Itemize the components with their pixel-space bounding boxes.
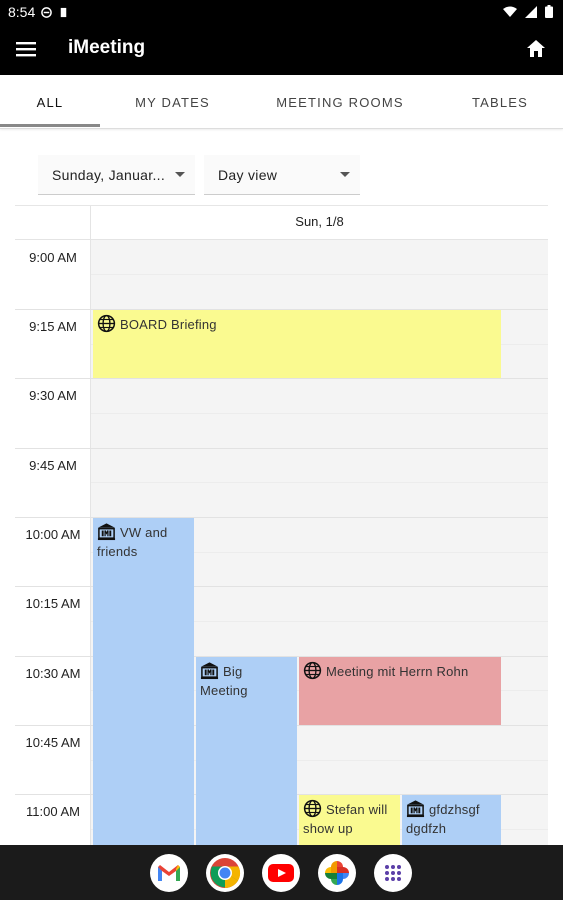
tab-all[interactable]: ALL	[0, 75, 100, 129]
calendar-header-corner	[15, 206, 91, 240]
event-board-briefing[interactable]: BOARD Briefing	[93, 310, 501, 378]
time-label: 9:45 AM	[29, 458, 77, 473]
active-tab-indicator	[0, 124, 100, 127]
globe-icon	[97, 314, 116, 333]
date-select-value: Sunday, Januar...	[52, 166, 166, 183]
event-stefan-will-show-up[interactable]: Stefan will show up	[299, 795, 400, 845]
time-label: 10:00 AM	[25, 527, 81, 542]
wifi-icon	[503, 6, 517, 17]
time-label: 9:30 AM	[29, 388, 77, 403]
home-icon[interactable]	[525, 38, 547, 60]
event-vw-and-friends[interactable]: VW and friends	[93, 518, 194, 845]
tab-my-dates[interactable]: MY DATES	[115, 75, 230, 129]
event-title: BOARD Briefing	[120, 317, 217, 332]
nav-bar	[0, 845, 563, 900]
event-title: Meeting mit Herrn Rohn	[326, 664, 469, 679]
event-big-meeting[interactable]: Big Meeting	[196, 657, 297, 845]
building-icon	[200, 662, 219, 680]
signal-icon	[525, 5, 537, 18]
battery-icon	[545, 5, 553, 18]
grid-line	[91, 274, 548, 275]
dropdown-arrow-icon	[340, 172, 350, 177]
menu-icon[interactable]	[16, 40, 36, 58]
view-select[interactable]: Day view	[204, 155, 360, 195]
gmail-icon[interactable]	[150, 854, 188, 892]
time-column: 9:00 AM 9:15 AM 9:30 AM 9:45 AM 10:00 AM…	[15, 240, 91, 845]
calendar-grid: 9:00 AM 9:15 AM 9:30 AM 9:45 AM 10:00 AM…	[15, 240, 548, 845]
photos-icon[interactable]	[318, 854, 356, 892]
globe-icon	[303, 799, 322, 818]
screen: 8:54 iMeeting ALL MY DATES MEETING ROOMS…	[0, 0, 563, 900]
dropdown-arrow-icon	[175, 172, 185, 177]
calendar-header: Sun, 1/8	[15, 206, 548, 240]
tab-tables[interactable]: TABLES	[458, 75, 542, 129]
tab-bar: ALL MY DATES MEETING ROOMS TABLES	[0, 75, 563, 129]
apps-icon[interactable]	[374, 854, 412, 892]
time-label: 10:30 AM	[25, 666, 81, 681]
sd-card-icon	[61, 7, 67, 17]
time-label: 9:00 AM	[29, 250, 77, 265]
day-header: Sun, 1/8	[295, 214, 344, 229]
dnd-icon	[41, 6, 53, 18]
chrome-icon[interactable]	[206, 854, 244, 892]
building-icon	[97, 523, 116, 541]
time-label: 9:15 AM	[29, 319, 77, 334]
view-select-value: Day view	[218, 166, 278, 183]
status-time: 8:54	[8, 4, 36, 20]
grid-line	[91, 413, 548, 414]
day-calendar: Sun, 1/8 9:00 AM 9:15 AM 9:30 AM 9:45 AM…	[15, 205, 548, 845]
globe-icon	[303, 661, 322, 680]
app-title: iMeeting	[68, 37, 146, 58]
status-icons	[503, 5, 553, 18]
status-bar: 8:54	[0, 0, 563, 24]
event-meeting-mit-herrn-rohn[interactable]: Meeting mit Herrn Rohn	[299, 657, 501, 725]
time-label: 11:00 AM	[26, 804, 80, 819]
grid-line	[91, 482, 548, 483]
tab-meeting-rooms[interactable]: MEETING ROOMS	[270, 75, 410, 129]
time-label: 10:45 AM	[25, 735, 81, 750]
youtube-icon[interactable]	[262, 854, 300, 892]
grid-line	[15, 378, 548, 379]
time-label: 10:15 AM	[25, 596, 81, 611]
date-select[interactable]: Sunday, Januar...	[38, 155, 195, 195]
event-gfdzhsgf-dgdfzh[interactable]: gfdzhsgf dgdfzh	[402, 795, 501, 845]
grid-line	[15, 448, 548, 449]
app-bar: iMeeting	[0, 24, 563, 75]
building-icon	[406, 800, 425, 818]
